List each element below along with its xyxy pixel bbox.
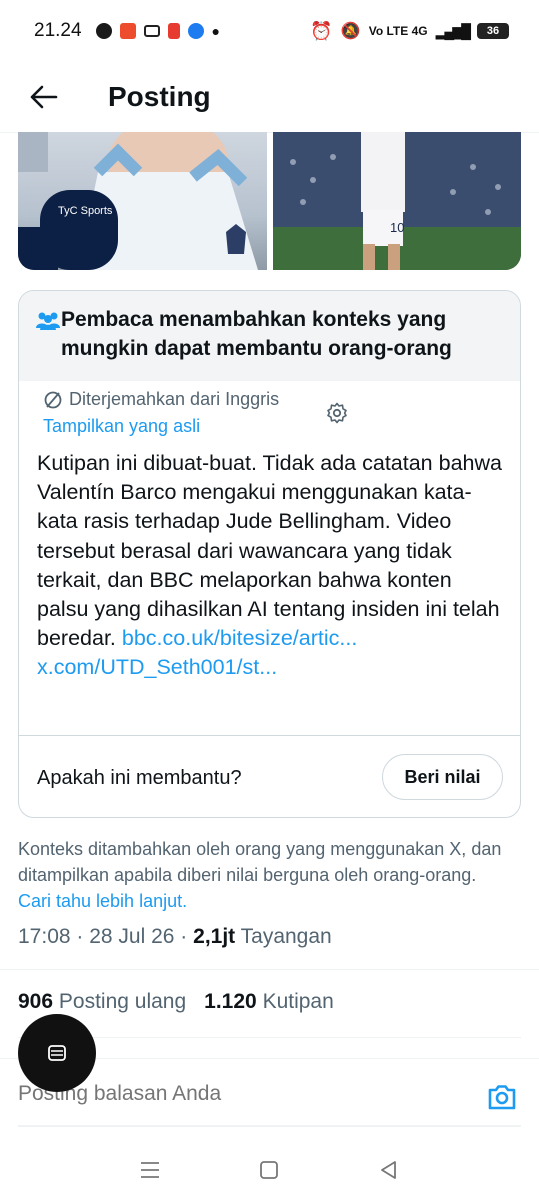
status-bar: 21.24 ● ⏰ 🔕 Vo LTE 4G ▂▄▆█ 36 [0,0,539,62]
mute-icon: 🔕 [340,23,361,40]
post-date: 28 Jul 26 [89,925,175,948]
top-app-bar: Posting [0,62,539,133]
more-notifications-icon: ● [211,23,221,39]
note-body-text: Kutipan ini dibuat-buat. Tidak ada catat… [37,451,502,651]
learn-more-link[interactable]: Cari tahu lebih lanjut. [18,891,187,911]
divider [18,1125,521,1127]
community-note-header: Pembaca menambahkan konteks yang mungkin… [19,291,520,381]
people-icon [36,312,60,330]
media-image-1[interactable]: TyC Sports [18,132,267,270]
media-image-2[interactable]: 10 [272,132,521,270]
stadium-image-art: 10 [272,132,521,270]
arrow-left-icon [30,85,58,109]
card-icon [143,25,160,37]
helpful-question: Apakah ini membantu? [37,767,242,789]
recent-apps-button[interactable] [130,1150,170,1190]
repost-stat[interactable]: 906 Posting ulang [18,990,186,1014]
back-button[interactable] [14,67,74,127]
post-meta: 17:08 · 28 Jul 26 · 2,1jt Tayangan [18,925,332,948]
menu-icon [140,1162,159,1178]
media-grid: TyC Sports 10 [18,132,521,270]
shopee-icon [119,23,136,39]
signal-icon: ▂▄▆█ [435,22,471,39]
alarm-icon: ⏰ [310,20,333,41]
context-info-text: Konteks ditambahkan oleh orang yang meng… [18,839,502,885]
rate-button[interactable]: Beri nilai [382,754,503,800]
triangle-back-icon [381,1161,397,1179]
back-nav-button[interactable] [369,1150,409,1190]
post-time: 17:08 [18,925,71,948]
gear-icon[interactable] [325,401,349,425]
community-note-text: Kutipan ini dibuat-buat. Tidak ada catat… [37,449,507,683]
quote-count: 1.120 [204,990,257,1013]
post-stats: 906 Posting ulang 1.120 Kutipan [18,990,334,1014]
quote-label: Kutipan [262,990,334,1013]
reply-input[interactable] [18,1082,478,1106]
context-info: Konteks ditambahkan oleh orang yang meng… [18,836,508,914]
view-label: Tayangan [240,925,332,948]
repost-label: Posting ulang [58,990,187,1013]
view-count: 2,1jt [193,925,236,948]
browser-icon [187,23,204,39]
grok-icon [48,1045,66,1061]
community-note-card: Pembaca menambahkan konteks yang mungkin… [18,290,521,818]
note-link-x[interactable]: x.com/UTD_Seth001/st... [37,655,277,679]
home-button[interactable] [249,1150,289,1190]
svg-text:10: 10 [390,220,404,235]
page-title: Posting [108,81,211,112]
community-note-title: Pembaca menambahkan konteks yang mungkin… [61,308,452,360]
system-nav-bar [0,1140,539,1200]
square-icon [260,1161,279,1179]
interview-image-art: TyC Sports [18,132,258,270]
translate-off-icon [44,391,62,408]
divider [0,969,539,970]
network-label: Vo LTE 4G [368,24,428,38]
translated-text: Diterjemahkan dari Inggris [69,389,280,409]
quote-stat[interactable]: 1.120 Kutipan [204,990,334,1014]
facebook-icon [95,23,112,39]
translated-label: Diterjemahkan dari Inggris [43,389,279,410]
status-time: 21.24 [34,20,82,41]
divider [19,735,520,736]
repost-count: 906 [18,990,54,1013]
pay-icon [167,23,180,39]
svg-text:TyC Sports: TyC Sports [58,205,113,217]
show-original-link[interactable]: Tampilkan yang asli [43,416,200,437]
grok-fab-button[interactable] [18,1014,96,1092]
divider [18,1037,521,1038]
note-link-bbc[interactable]: bbc.co.uk/bitesize/artic... [122,626,357,650]
battery-icon: 36 [477,23,509,39]
camera-icon[interactable] [486,1082,518,1112]
